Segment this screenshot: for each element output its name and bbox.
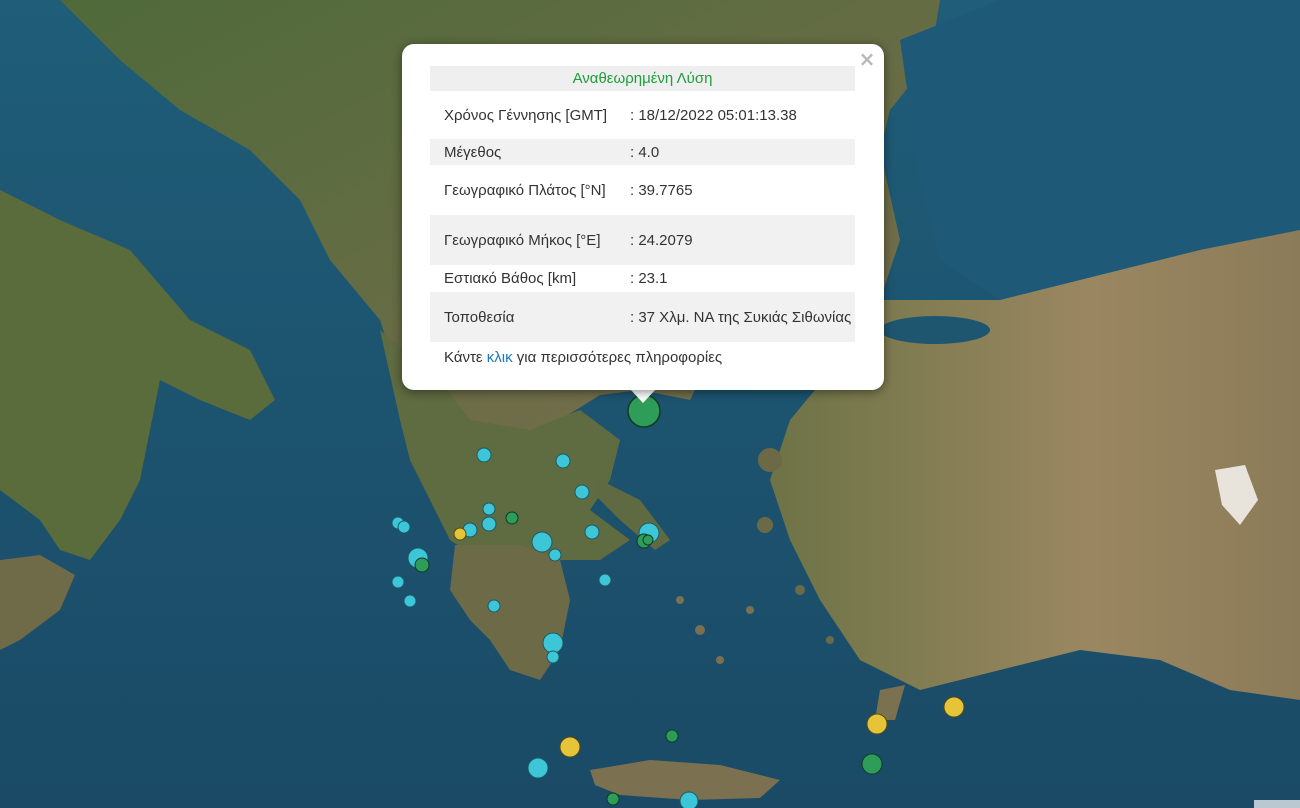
earthquake-marker[interactable] xyxy=(403,594,417,608)
earthquake-marker[interactable] xyxy=(559,736,581,758)
island-lesbos xyxy=(758,448,782,472)
earthquake-marker[interactable] xyxy=(943,696,965,718)
earthquake-marker[interactable] xyxy=(527,757,549,779)
earthquake-marker[interactable] xyxy=(542,632,564,654)
popup-header: Αναθεωρημένη Λύση xyxy=(430,66,855,91)
earthquake-marker[interactable] xyxy=(482,502,496,516)
location-value: : 37 Χλμ. ΝΑ της Συκιάς Σιθωνίας xyxy=(616,292,855,342)
close-icon[interactable]: × xyxy=(858,49,876,69)
earthquake-marker[interactable] xyxy=(505,511,519,525)
earthquake-marker[interactable] xyxy=(574,484,590,500)
longitude-label: Γεωγραφικό Μήκος [°E] xyxy=(430,215,616,265)
earthquake-info-popup: × Αναθεωρημένη Λύση Χρόνος Γέννησης [GMT… xyxy=(402,44,884,390)
longitude-value: : 24.2079 xyxy=(616,215,855,265)
earthquake-marker[interactable] xyxy=(598,573,612,587)
earthquake-marker[interactable] xyxy=(861,753,883,775)
island-chios xyxy=(757,517,773,533)
sea-of-marmara xyxy=(880,316,990,344)
popup-pointer xyxy=(630,389,656,403)
earthquake-marker[interactable] xyxy=(546,650,560,664)
earthquake-marker[interactable] xyxy=(606,792,620,806)
earthquake-marker[interactable] xyxy=(555,453,571,469)
earthquake-marker[interactable] xyxy=(391,575,405,589)
more-info-prefix: Κάντε xyxy=(444,349,487,366)
magnitude-value: : 4.0 xyxy=(616,139,855,165)
earthquake-marker[interactable] xyxy=(866,713,888,735)
island xyxy=(695,625,705,635)
more-info-suffix: για περισσότερες πληροφορίες xyxy=(512,349,723,366)
earthquake-marker[interactable] xyxy=(453,527,467,541)
more-info-text: Κάντε κλικ για περισσότερες πληροφορίες xyxy=(444,349,722,366)
earthquake-marker[interactable] xyxy=(548,548,562,562)
island xyxy=(676,596,684,604)
earthquake-marker[interactable] xyxy=(665,729,679,743)
map-attribution xyxy=(1254,800,1300,808)
earthquake-marker[interactable] xyxy=(487,599,501,613)
island xyxy=(746,606,754,614)
island xyxy=(795,585,805,595)
island xyxy=(716,656,724,664)
earthquake-marker[interactable] xyxy=(414,557,430,573)
depth-value: : 23.1 xyxy=(630,270,668,287)
more-info-link[interactable]: κλικ xyxy=(487,349,513,366)
earthquake-marker[interactable] xyxy=(476,447,492,463)
earthquake-marker[interactable] xyxy=(397,520,411,534)
earthquake-marker[interactable] xyxy=(679,791,699,808)
earthquake-marker[interactable] xyxy=(584,524,600,540)
earthquake-marker[interactable] xyxy=(642,534,654,546)
depth-label: Εστιακό Βάθος [km] xyxy=(444,270,577,287)
earthquake-info-table: Αναθεωρημένη Λύση Χρόνος Γέννησης [GMT]:… xyxy=(430,66,855,342)
earthquake-marker[interactable] xyxy=(481,516,497,532)
latitude-value: : 39.7765 xyxy=(630,181,693,199)
magnitude-label: Μέγεθος xyxy=(430,139,616,165)
latitude-label: Γεωγραφικό Πλάτος [°N] xyxy=(444,181,606,199)
location-label: Τοποθεσία xyxy=(430,292,616,342)
island xyxy=(826,636,834,644)
origin-time-value: : 18/12/2022 05:01:13.38 xyxy=(630,106,797,124)
earthquake-marker[interactable] xyxy=(531,531,553,553)
origin-time-label: Χρόνος Γέννησης [GMT] xyxy=(444,106,608,124)
